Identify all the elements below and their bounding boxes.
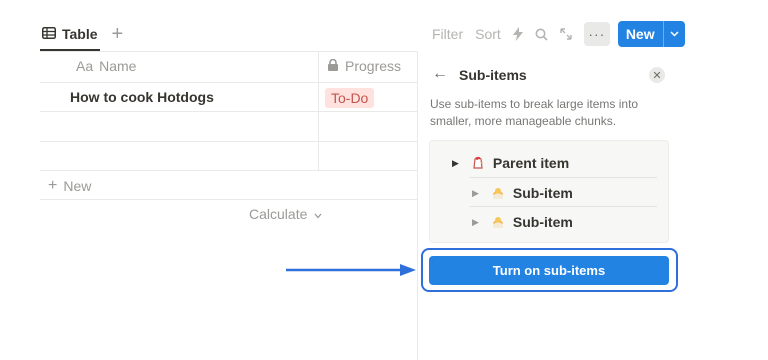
row-border (40, 170, 417, 171)
preview-sub-item-label: Sub-item (512, 214, 573, 230)
view-tabs: Table + (40, 18, 124, 51)
panel-description: Use sub-items to break large items into … (430, 97, 639, 128)
preview-sub-item: ▶ Sub-item (472, 185, 573, 201)
plus-icon: + (48, 177, 58, 194)
preview-sub-item: ▶ Sub-item (472, 214, 573, 230)
new-row-button[interactable]: + New (48, 177, 91, 195)
text-type-icon: Aa (76, 58, 94, 74)
column-header-label: Name (99, 58, 137, 74)
chevron-down-icon (314, 213, 322, 219)
toolbar: Filter Sort ··· New (432, 21, 685, 47)
expand-triangle-icon: ▶ (452, 157, 459, 168)
new-button[interactable]: New (618, 21, 663, 47)
preview-divider (470, 177, 657, 178)
new-row-border (40, 199, 417, 200)
table-row-name-cell[interactable]: How to cook Hotdogs (70, 89, 214, 105)
preview-parent-label: Parent item (492, 155, 570, 171)
sort-button[interactable]: Sort (475, 26, 501, 42)
row-border (40, 111, 417, 112)
expand-icon[interactable] (560, 28, 572, 40)
chick-emoji-icon (491, 215, 505, 229)
preview-sub-item-label: Sub-item (512, 185, 573, 201)
back-arrow-icon[interactable]: ← (432, 65, 448, 83)
filter-button[interactable]: Filter (432, 26, 463, 42)
table-top-border (40, 51, 417, 52)
expand-triangle-icon: ▶ (472, 187, 479, 198)
table-icon (42, 26, 56, 42)
calculate-label: Calculate (249, 206, 308, 222)
preview-divider (470, 206, 657, 207)
panel-title: Sub-items (459, 67, 527, 83)
row-border (40, 141, 417, 142)
annotation-arrow-icon (286, 264, 416, 276)
status-badge[interactable]: To-Do (325, 88, 375, 108)
preview-parent-item: ▶ Parent item (452, 155, 569, 171)
tab-table-label: Table (62, 26, 98, 42)
column-divider (318, 51, 319, 170)
column-header-progress[interactable]: Progress (327, 58, 401, 74)
header-bottom-border (40, 82, 417, 83)
more-options-button[interactable]: ··· (583, 22, 610, 46)
calculate-button[interactable]: Calculate (249, 206, 322, 222)
add-view-button[interactable]: + (112, 24, 124, 44)
expand-triangle-icon: ▶ (472, 216, 479, 227)
new-dropdown-button[interactable] (662, 21, 685, 47)
search-icon[interactable] (535, 28, 548, 41)
turn-on-sub-items-button[interactable]: Turn on sub-items (429, 256, 669, 285)
lock-icon (327, 58, 339, 74)
column-header-name[interactable]: Aa Name (76, 58, 136, 74)
lightning-icon[interactable] (512, 27, 523, 41)
column-header-label: Progress (345, 58, 402, 74)
close-icon[interactable]: ✕ (649, 67, 665, 83)
chicken-emoji-icon (471, 156, 485, 170)
new-row-label: New (63, 178, 92, 194)
new-button-group: New (617, 21, 685, 47)
chick-emoji-icon (491, 186, 505, 200)
tab-table[interactable]: Table (40, 18, 100, 51)
chevron-down-icon (670, 31, 679, 37)
